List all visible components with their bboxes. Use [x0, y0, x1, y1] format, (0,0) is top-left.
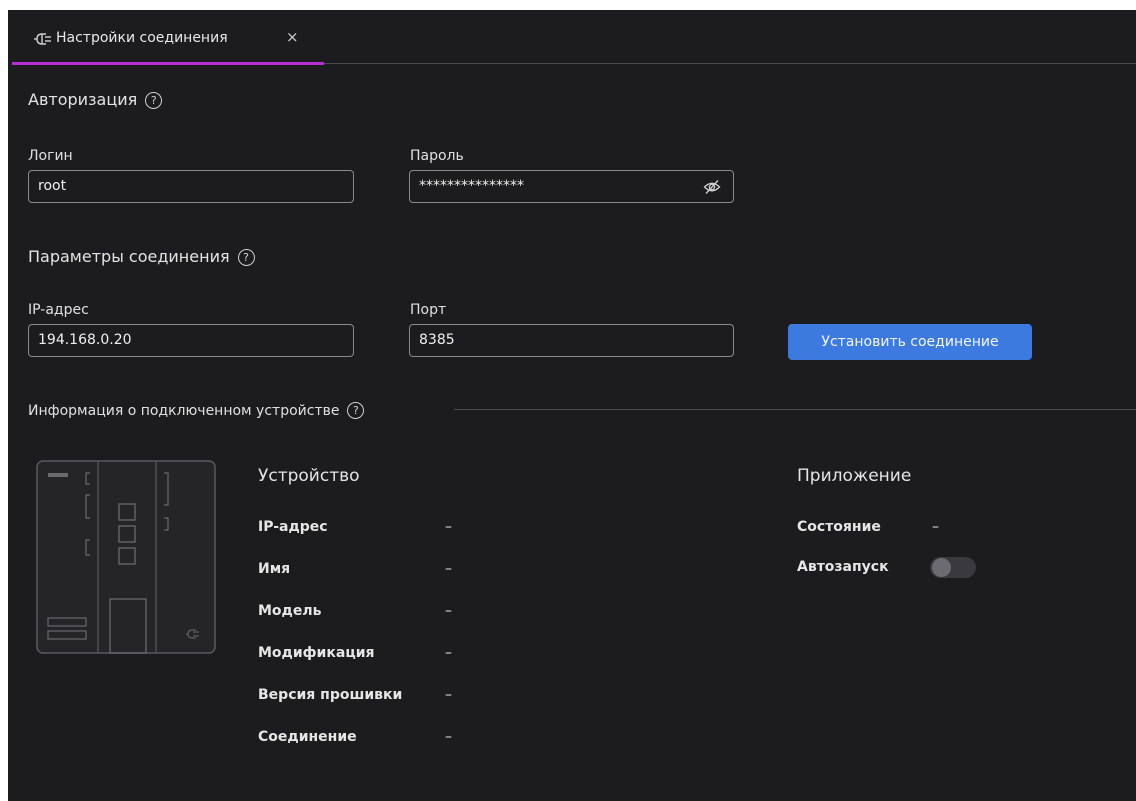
device-name-label: Имя	[258, 561, 291, 577]
device-model-label: Модель	[258, 603, 322, 619]
device-modification-value: –	[445, 645, 452, 661]
eye-off-icon[interactable]	[703, 179, 721, 195]
help-icon[interactable]: ?	[347, 402, 365, 419]
device-firmware-label: Версия прошивки	[258, 687, 403, 703]
ip-label: IP-адрес	[28, 302, 89, 318]
connection-settings-window: Настройки соединения × Авторизация? Логи…	[8, 10, 1136, 801]
close-icon[interactable]: ×	[286, 28, 299, 46]
password-input[interactable]: ***************	[409, 170, 734, 203]
app-state-label: Состояние	[797, 519, 881, 535]
help-icon[interactable]: ?	[145, 92, 163, 109]
device-firmware-value: –	[445, 687, 452, 703]
tab-bar: Настройки соединения ×	[8, 10, 1136, 65]
device-info-title: Информация о подключенном устройстве?	[28, 402, 365, 419]
password-value: ***************	[419, 178, 524, 194]
device-model-value: –	[445, 603, 452, 619]
device-ip-value: –	[445, 519, 452, 535]
tab-label: Настройки соединения	[56, 30, 228, 46]
toggle-knob	[932, 558, 951, 577]
auth-section-title: Авторизация?	[28, 90, 163, 109]
connection-section-title: Параметры соединения?	[28, 247, 255, 266]
device-illustration	[36, 460, 216, 654]
auth-title: Авторизация	[28, 90, 138, 109]
port-label: Порт	[410, 302, 447, 318]
device-column-title: Устройство	[258, 466, 360, 486]
login-label: Логин	[28, 148, 73, 164]
app-state-value: –	[932, 519, 939, 535]
ip-input[interactable]: 194.168.0.20	[28, 324, 354, 357]
connection-title: Параметры соединения	[28, 247, 230, 266]
active-tab-indicator	[12, 62, 324, 65]
app-column-title: Приложение	[797, 466, 912, 486]
section-divider	[454, 409, 1136, 410]
password-label: Пароль	[410, 148, 464, 164]
device-name-value: –	[445, 561, 452, 577]
autostart-toggle[interactable]	[930, 557, 976, 578]
login-input[interactable]: root	[28, 170, 354, 203]
help-icon[interactable]: ?	[237, 249, 255, 266]
tab-bar-divider	[324, 63, 1136, 64]
device-connection-value: –	[445, 729, 452, 745]
device-modification-label: Модификация	[258, 645, 375, 661]
port-input[interactable]: 8385	[409, 324, 734, 357]
device-connection-label: Соединение	[258, 729, 357, 745]
autostart-label: Автозапуск	[797, 559, 889, 575]
connect-button[interactable]: Установить соединение	[788, 324, 1032, 360]
tab-connection-settings[interactable]: Настройки соединения ×	[12, 10, 324, 65]
device-info-label: Информация о подключенном устройстве	[28, 403, 340, 419]
plug-icon	[34, 33, 51, 45]
device-ip-label: IP-адрес	[258, 519, 328, 535]
